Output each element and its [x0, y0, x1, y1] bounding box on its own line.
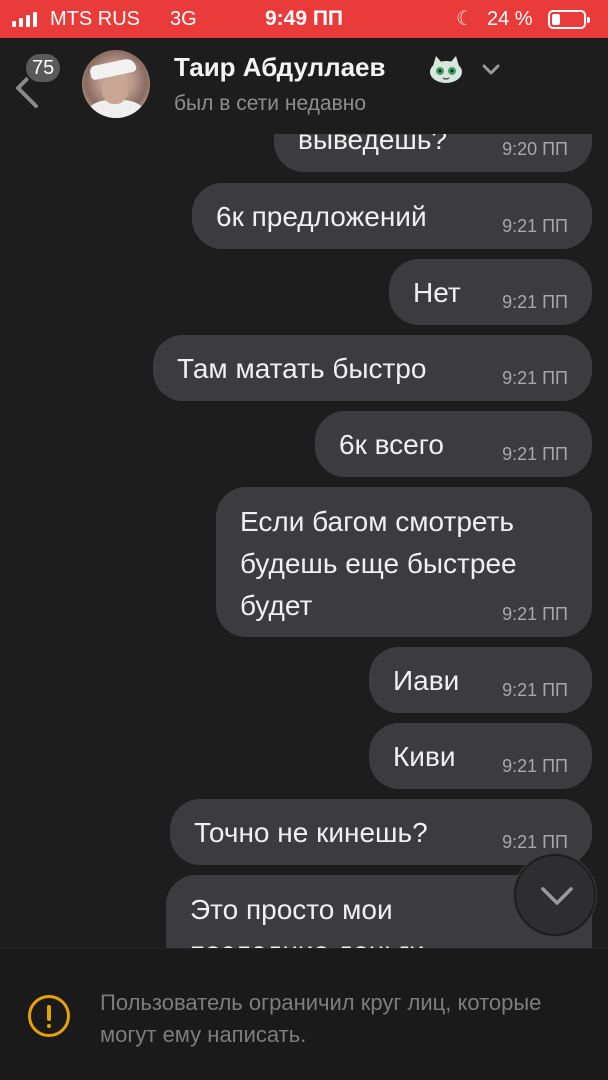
- avatar[interactable]: [82, 50, 150, 118]
- message-bubble[interactable]: Киви 9:21 ПП: [369, 723, 592, 789]
- message-time: 9:21 ПП: [502, 292, 568, 312]
- message-bubble[interactable]: Там матать быстро 9:21 ПП: [153, 335, 592, 401]
- moon-icon: ☾: [456, 8, 474, 30]
- message-time: 9:20 ПП: [502, 139, 568, 159]
- chevron-down-icon: [541, 887, 573, 905]
- status-bar: MTS RUS 3G 9:49 ПП ☾ 24 %: [0, 0, 608, 38]
- contact-name[interactable]: Таир Абдуллаев: [174, 52, 386, 83]
- warning-icon: [28, 995, 70, 1037]
- message-bubble[interactable]: 6к всего 9:21 ПП: [315, 411, 592, 477]
- message-text-line: Если багом смотреть: [240, 506, 514, 537]
- message-bubble[interactable]: выведешь? 9:20 ПП: [274, 134, 592, 172]
- message-time: 9:21 ПП: [502, 832, 568, 852]
- message-time: 9:21 ПП: [502, 680, 568, 700]
- unread-count-badge: 75: [24, 52, 63, 84]
- cat-sticker-icon: [430, 56, 462, 83]
- message-time: 9:21 ПП: [502, 756, 568, 776]
- battery-icon: [548, 10, 590, 29]
- message-text-line: будешь еще быстрее: [240, 548, 517, 579]
- chat-header: 75 Таир Абдуллаев был в сети недавно: [0, 38, 608, 134]
- battery-percent: 24 %: [487, 8, 533, 30]
- message-bubble[interactable]: Иави 9:21 ПП: [369, 647, 592, 713]
- restricted-notice-text: Пользователь ограничил круг лиц, которые…: [100, 990, 542, 1047]
- message-text-line: последние деньги: [190, 931, 568, 948]
- message-time: 9:21 ПП: [502, 216, 568, 236]
- chevron-down-icon[interactable]: [480, 58, 502, 80]
- restricted-notice-bar: Пользователь ограничил круг лиц, которые…: [0, 948, 608, 1080]
- scroll-down-button[interactable]: [514, 854, 596, 936]
- message-bubble[interactable]: Нет 9:21 ПП: [389, 259, 592, 325]
- message-bubble[interactable]: 6к предложений 9:21 ПП: [192, 183, 592, 249]
- message-time: 9:21 ПП: [502, 444, 568, 464]
- message-text-line: Это просто мои: [190, 894, 393, 925]
- message-bubble[interactable]: Если багом смотреть будешь еще быстрее б…: [216, 487, 592, 637]
- message-time: 9:21 ПП: [502, 368, 568, 388]
- contact-status: был в сети недавно: [174, 92, 367, 115]
- message-time: 9:21 ПП: [502, 604, 568, 624]
- message-list[interactable]: выведешь? 9:20 ПП 6к предложений 9:21 ПП…: [0, 134, 608, 948]
- message-bubble[interactable]: Точно не кинешь? 9:21 ПП: [170, 799, 592, 865]
